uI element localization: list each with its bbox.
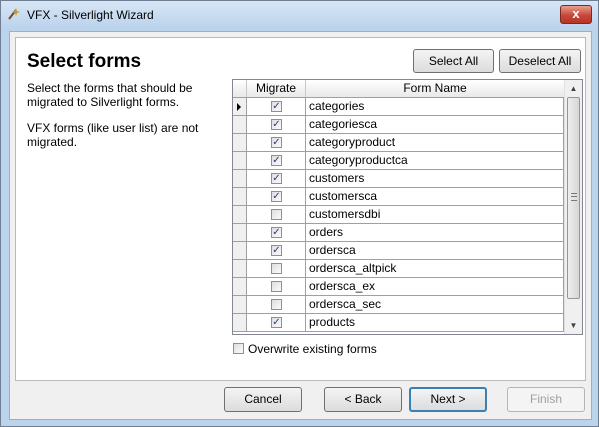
row-indicator-cell[interactable] (233, 152, 247, 170)
migrate-checkbox[interactable]: ✓ (271, 173, 282, 184)
form-name-cell[interactable]: categories (306, 98, 564, 116)
table-row[interactable]: ✓ categoriesca (233, 116, 564, 134)
row-indicator-cell[interactable] (233, 134, 247, 152)
form-name-cell[interactable]: ordersca_altpick (306, 260, 564, 278)
migrate-cell[interactable]: ✓ (247, 242, 306, 260)
next-button[interactable]: Next > (409, 387, 487, 412)
close-button[interactable]: x (560, 5, 592, 24)
migrate-checkbox[interactable] (271, 281, 282, 292)
form-name-cell[interactable]: products (306, 314, 564, 332)
grid-header: Migrate Form Name (233, 80, 564, 98)
deselect-all-button[interactable]: Deselect All (499, 49, 581, 73)
table-row[interactable]: ✓ categories (233, 98, 564, 116)
vertical-scrollbar[interactable]: ▲ ▼ (564, 80, 582, 334)
migrate-checkbox[interactable]: ✓ (271, 245, 282, 256)
overwrite-checkbox-box[interactable] (233, 343, 244, 354)
row-indicator-cell[interactable] (233, 98, 247, 116)
migrate-cell[interactable] (247, 260, 306, 278)
migrate-checkbox[interactable]: ✓ (271, 101, 282, 112)
migrate-cell[interactable]: ✓ (247, 98, 306, 116)
scroll-down-icon[interactable]: ▼ (565, 317, 582, 334)
column-header-migrate[interactable]: Migrate (247, 80, 306, 97)
form-name-cell[interactable]: customersdbi (306, 206, 564, 224)
triangle-right-icon (237, 103, 241, 111)
table-row[interactable]: ordersca_altpick (233, 260, 564, 278)
scrollbar-thumb[interactable] (567, 97, 580, 299)
scroll-up-icon[interactable]: ▲ (565, 80, 582, 97)
wizard-client-area: Select forms Select the forms that shoul… (9, 31, 592, 420)
wizard-wand-icon (8, 8, 20, 20)
note-text: VFX forms (like user list) are not migra… (27, 121, 199, 149)
migrate-checkbox[interactable] (271, 209, 282, 220)
row-indicator-cell[interactable] (233, 296, 247, 314)
row-indicator-cell[interactable] (233, 188, 247, 206)
migrate-checkbox[interactable] (271, 263, 282, 274)
migrate-cell[interactable]: ✓ (247, 314, 306, 332)
back-button[interactable]: < Back (324, 387, 402, 412)
form-name-cell[interactable]: customers (306, 170, 564, 188)
table-row[interactable]: ✓ customers (233, 170, 564, 188)
table-row[interactable]: ordersca_sec (233, 296, 564, 314)
finish-button[interactable]: Finish (507, 387, 585, 412)
overwrite-checkbox-label[interactable]: Overwrite existing forms (248, 342, 377, 356)
forms-grid[interactable]: Migrate Form Name ✓ categories ✓ categories… (232, 79, 583, 335)
table-row[interactable]: ordersca_ex (233, 278, 564, 296)
form-name-cell[interactable]: categoryproduct (306, 134, 564, 152)
wizard-window: VFX - Silverlight Wizard x Select forms … (0, 0, 599, 427)
row-indicator-cell[interactable] (233, 224, 247, 242)
row-indicator-cell[interactable] (233, 314, 247, 332)
row-indicator-cell[interactable] (233, 170, 247, 188)
row-indicator-cell[interactable] (233, 206, 247, 224)
migrate-cell[interactable]: ✓ (247, 134, 306, 152)
migrate-checkbox[interactable]: ✓ (271, 227, 282, 238)
form-name-cell[interactable]: ordersca_sec (306, 296, 564, 314)
table-row[interactable]: ✓ products (233, 314, 564, 332)
migrate-checkbox[interactable]: ✓ (271, 155, 282, 166)
table-row[interactable]: ✓ customersca (233, 188, 564, 206)
migrate-checkbox[interactable]: ✓ (271, 119, 282, 130)
row-indicator-cell[interactable] (233, 260, 247, 278)
migrate-checkbox[interactable]: ✓ (271, 317, 282, 328)
thumb-grip-icon (571, 193, 577, 201)
migrate-checkbox[interactable] (271, 299, 282, 310)
page-title: Select forms (27, 51, 142, 72)
title-bar[interactable]: VFX - Silverlight Wizard x (1, 1, 598, 28)
cancel-button[interactable]: Cancel (224, 387, 302, 412)
header-indicator-cell (233, 80, 247, 97)
table-row[interactable]: ✓ ordersca (233, 242, 564, 260)
migrate-cell[interactable]: ✓ (247, 224, 306, 242)
migrate-cell[interactable] (247, 296, 306, 314)
form-name-cell[interactable]: ordersca_ex (306, 278, 564, 296)
table-row[interactable]: ✓ categoryproduct (233, 134, 564, 152)
form-name-cell[interactable]: ordersca (306, 242, 564, 260)
table-row[interactable]: ✓ orders (233, 224, 564, 242)
table-row[interactable]: customersdbi (233, 206, 564, 224)
row-indicator-cell[interactable] (233, 278, 247, 296)
migrate-cell[interactable]: ✓ (247, 152, 306, 170)
form-name-cell[interactable]: orders (306, 224, 564, 242)
migrate-cell[interactable]: ✓ (247, 188, 306, 206)
instruction-text: Select the forms that should be migrated… (27, 81, 193, 109)
form-name-cell[interactable]: categoryproductca (306, 152, 564, 170)
table-row[interactable]: ✓ categoryproductca (233, 152, 564, 170)
migrate-cell[interactable] (247, 206, 306, 224)
migrate-checkbox[interactable]: ✓ (271, 137, 282, 148)
migrate-cell[interactable]: ✓ (247, 116, 306, 134)
migrate-checkbox[interactable]: ✓ (271, 191, 282, 202)
migrate-cell[interactable] (247, 278, 306, 296)
wizard-page-panel: Select forms Select the forms that shoul… (15, 37, 586, 381)
row-indicator-cell[interactable] (233, 116, 247, 134)
select-all-button[interactable]: Select All (413, 49, 494, 73)
row-indicator-cell[interactable] (233, 242, 247, 260)
form-name-cell[interactable]: categoriesca (306, 116, 564, 134)
window-title: VFX - Silverlight Wizard (27, 8, 154, 22)
form-name-cell[interactable]: customersca (306, 188, 564, 206)
migrate-cell[interactable]: ✓ (247, 170, 306, 188)
column-header-form-name[interactable]: Form Name (306, 80, 564, 97)
